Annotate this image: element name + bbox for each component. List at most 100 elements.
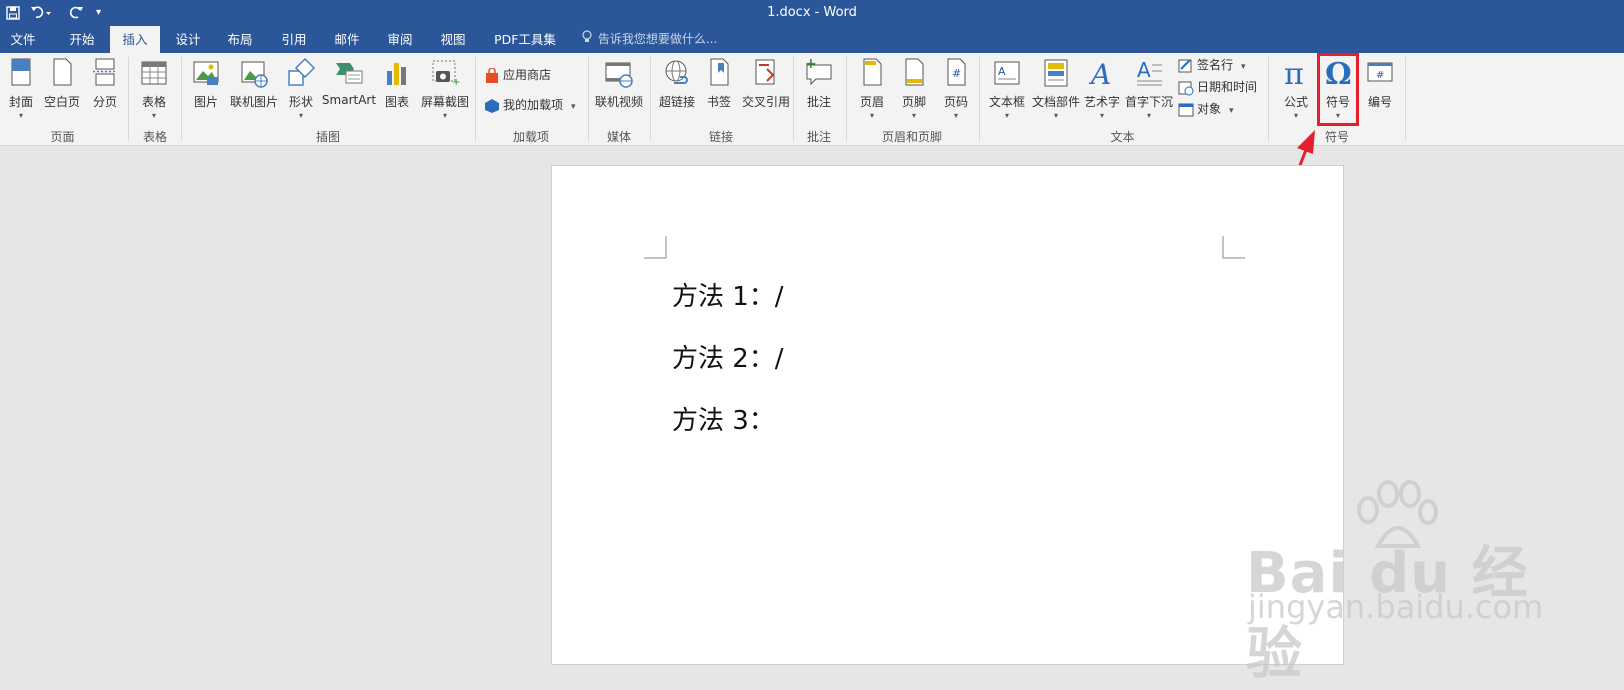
blank-page-button[interactable]: 空白页	[42, 57, 82, 110]
tab-references[interactable]: 引用	[270, 26, 318, 53]
text-box-icon: A	[994, 61, 1020, 85]
screenshot-button[interactable]: + 屏幕截图 ▾	[418, 57, 472, 120]
online-picture-button[interactable]: 联机图片	[226, 57, 282, 110]
svg-text:#: #	[1376, 70, 1384, 81]
drop-cap-label: 首字下沉	[1124, 95, 1173, 109]
tab-file[interactable]: 文件	[0, 26, 46, 53]
tab-layout[interactable]: 布局	[216, 26, 264, 53]
chevron-down-icon: ▾	[953, 111, 958, 120]
group-label-links: 链接	[708, 130, 733, 144]
shapes-button[interactable]: 形状 ▾	[284, 57, 318, 120]
my-addins-button[interactable]: 我的加载项 ▾	[484, 95, 576, 115]
document-page[interactable]: 方法 1：/ 方法 2：/ 方法 3：	[551, 165, 1344, 665]
chevron-down-icon: ▾	[1053, 111, 1058, 120]
chevron-down-icon: ▾	[1229, 106, 1234, 116]
window-title: 1.docx - Word	[767, 5, 857, 20]
object-button[interactable]: 对象 ▾	[1178, 99, 1234, 119]
svg-text:A: A	[1137, 58, 1151, 82]
online-video-button[interactable]: 联机视频	[593, 57, 645, 110]
tab-mailings[interactable]: 邮件	[323, 26, 371, 53]
online-picture-icon	[241, 61, 268, 88]
screenshot-icon: +	[432, 60, 460, 88]
ribbon-tabs: 文件 开始 插入 设计 布局 引用 邮件 审阅 视图 PDF工具集 告诉我您想要…	[0, 26, 1624, 53]
quick-parts-label: 文档部件	[1031, 95, 1080, 109]
group-label-text: 文本	[1110, 130, 1135, 144]
store-icon	[484, 66, 500, 84]
table-button[interactable]: 表格 ▾	[136, 57, 172, 120]
header-label: 页眉	[859, 95, 884, 109]
document-paragraph: 方法 3：	[672, 406, 775, 436]
page-number-label: 页码	[943, 95, 968, 109]
object-icon	[1178, 102, 1194, 118]
title-bar: ▾ 1.docx - Word	[0, 0, 1624, 26]
cross-reference-button[interactable]: 交叉引用	[739, 57, 793, 110]
picture-label: 图片	[193, 95, 218, 109]
equation-label: 公式	[1283, 95, 1308, 109]
hyperlink-button[interactable]: 超链接	[656, 57, 698, 110]
bookmark-icon	[710, 58, 729, 86]
tab-view[interactable]: 视图	[429, 26, 477, 53]
chevron-down-icon: ▾	[1293, 111, 1298, 120]
footer-button[interactable]: 页脚 ▾	[898, 57, 930, 120]
text-box-label: 文本框	[988, 95, 1025, 109]
blank-page-icon	[53, 58, 72, 86]
svg-text:+: +	[452, 77, 460, 88]
store-button[interactable]: 应用商店	[484, 65, 551, 85]
group-label-comments: 批注	[806, 130, 831, 144]
header-button[interactable]: 页眉 ▾	[856, 57, 888, 120]
chart-button[interactable]: 图表	[381, 57, 413, 110]
numbering-button[interactable]: # 编号	[1362, 57, 1398, 110]
tab-pdf-tools[interactable]: PDF工具集	[490, 26, 560, 53]
my-addins-label: 我的加载项	[503, 98, 564, 112]
bookmark-label: 书签	[706, 95, 731, 109]
chevron-down-icon: ▾	[911, 111, 916, 120]
my-addins-icon	[484, 98, 500, 114]
quick-parts-button[interactable]: 文档部件 ▾	[1031, 57, 1081, 120]
chevron-down-icon: ▾	[1099, 111, 1104, 120]
drop-cap-button[interactable]: A 首字下沉 ▾	[1124, 57, 1174, 120]
header-icon	[863, 58, 882, 86]
chart-label: 图表	[384, 95, 409, 109]
shapes-icon	[288, 57, 316, 86]
text-box-button[interactable]: A 文本框 ▾	[987, 57, 1027, 120]
page-break-icon	[93, 58, 117, 86]
picture-button[interactable]: 图片	[190, 57, 222, 110]
smartart-button[interactable]: SmartArt	[321, 57, 377, 107]
hyperlink-label: 超链接	[658, 95, 695, 109]
bookmark-button[interactable]: 书签	[702, 57, 736, 110]
page-number-button[interactable]: # 页码 ▾	[940, 57, 972, 120]
tab-insert[interactable]: 插入	[110, 26, 160, 53]
table-label: 表格	[141, 95, 166, 109]
signature-line-button[interactable]: 签名行 ▾	[1178, 55, 1246, 75]
svg-text:#: #	[952, 67, 961, 80]
cross-reference-label: 交叉引用	[741, 95, 790, 109]
signature-icon	[1178, 58, 1194, 74]
svg-text:A: A	[1088, 58, 1111, 91]
date-time-button[interactable]: 日期和时间	[1178, 77, 1257, 97]
footer-icon	[905, 58, 924, 86]
calendar-icon	[1178, 80, 1194, 96]
wordart-button[interactable]: A 艺术字 ▾	[1083, 57, 1121, 120]
group-label-addins: 加载项	[512, 130, 549, 144]
tab-review[interactable]: 审阅	[376, 26, 424, 53]
chevron-down-icon: ▾	[1241, 62, 1246, 72]
hyperlink-icon	[665, 60, 688, 84]
numbering-label: 编号	[1367, 95, 1392, 109]
new-comment-button[interactable]: + 批注	[800, 57, 838, 110]
group-label-header-footer: 页眉和页脚	[881, 130, 942, 144]
page-break-button[interactable]: 分页	[88, 57, 122, 110]
wordart-icon: A	[1088, 58, 1111, 91]
online-picture-label: 联机图片	[229, 95, 278, 109]
tell-me-search[interactable]: 告诉我您想要做什么...	[582, 26, 717, 53]
tab-home[interactable]: 开始	[58, 26, 106, 53]
tab-design[interactable]: 设计	[164, 26, 212, 53]
equation-button[interactable]: π 公式 ▾	[1278, 57, 1314, 120]
cover-page-button[interactable]: 封面 ▾	[4, 57, 38, 120]
chevron-down-icon: ▾	[442, 111, 447, 120]
group-label-media: 媒体	[606, 130, 631, 144]
date-time-label: 日期和时间	[1197, 80, 1258, 94]
quick-parts-icon	[1044, 59, 1068, 87]
pi-icon: π	[1284, 57, 1304, 91]
footer-label: 页脚	[901, 95, 926, 109]
chevron-down-icon: ▾	[869, 111, 874, 120]
